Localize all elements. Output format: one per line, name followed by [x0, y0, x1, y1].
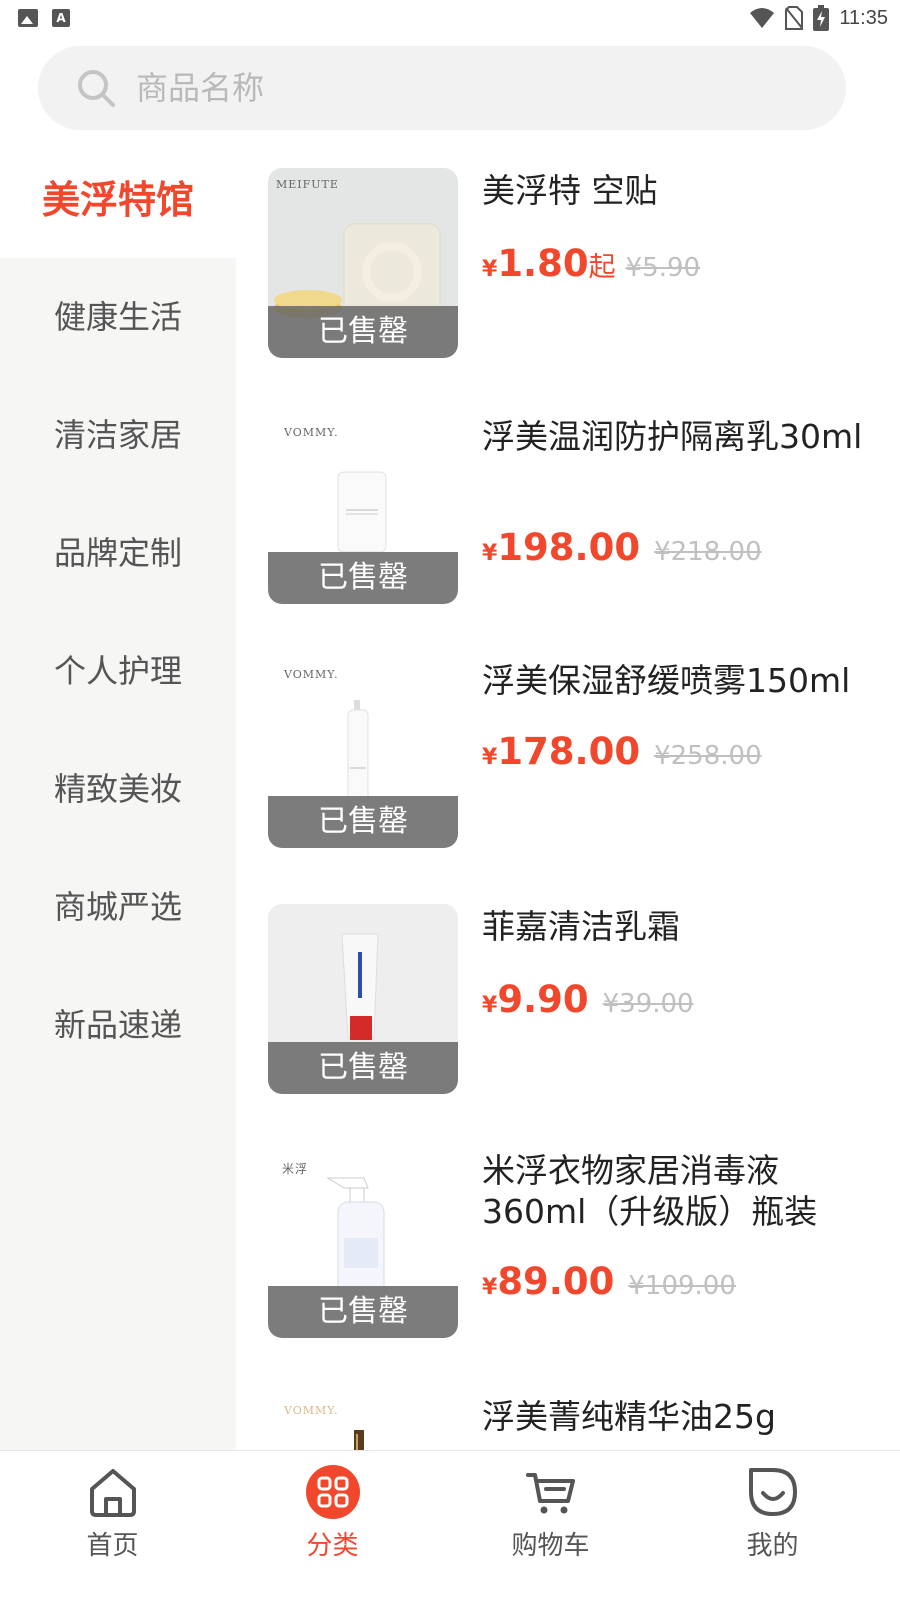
product-image: 已售罄: [268, 904, 458, 1094]
original-price: ¥258.00: [654, 741, 762, 771]
status-bar: A 11:35: [0, 0, 900, 36]
tab-home-label: 首页: [86, 1531, 139, 1561]
product-image: MEIFUTE 已售罄: [268, 168, 458, 358]
original-price: ¥109.00: [628, 1271, 736, 1301]
home-icon: [90, 1469, 136, 1517]
sidebar-item-selection[interactable]: 商城严选: [0, 848, 236, 966]
product-name: 米浮衣物家居消毒液360ml（升级版）瓶装: [482, 1151, 818, 1231]
profile-icon: [749, 1468, 797, 1516]
product-price: 178.00: [497, 730, 641, 773]
product-card[interactable]: VOMMY. 已售罄 浮美保湿舒缓喷雾150ml ¥ 178.00 ¥258.0…: [236, 658, 900, 848]
product-card[interactable]: VOMMY. 浮美菁纯精华油25g: [236, 1394, 900, 1450]
status-time: 11:35: [839, 6, 888, 29]
sidebar-item-makeup[interactable]: 精致美妆: [0, 730, 236, 848]
tab-cart-label: 购物车: [511, 1531, 590, 1561]
tab-home[interactable]: 首页: [0, 1451, 225, 1600]
sold-out-badge: 已售罄: [268, 306, 458, 358]
tab-profile[interactable]: 我的: [660, 1451, 885, 1600]
product-card[interactable]: MEIFUTE 已售罄 美浮特 空贴 ¥ 1.80 起 ¥5.90: [236, 168, 900, 358]
product-card[interactable]: VOMMY. 已售罄 浮美温润防护隔离乳30ml ¥ 198.00 ¥218.0…: [236, 414, 900, 604]
no-sim-icon: [785, 6, 804, 30]
product-name: 浮美菁纯精华油25g: [482, 1397, 776, 1436]
tab-category[interactable]: 分类: [220, 1451, 445, 1600]
price-currency: ¥: [482, 541, 498, 566]
sidebar-item-new[interactable]: 新品速递: [0, 966, 236, 1084]
price-currency: ¥: [482, 745, 498, 770]
product-card[interactable]: 已售罄 菲嘉清洁乳霜 ¥ 9.90 ¥39.00: [236, 904, 900, 1094]
product-price: 198.00: [497, 526, 641, 569]
category-icon: [306, 1465, 360, 1519]
price-currency: ¥: [482, 993, 498, 1018]
product-image: VOMMY. 已售罄: [268, 414, 458, 604]
product-image: 米浮 已售罄: [268, 1148, 458, 1338]
sidebar-item-brand-custom[interactable]: 品牌定制: [0, 494, 236, 612]
sidebar-item-personal-care[interactable]: 个人护理: [0, 612, 236, 730]
product-list[interactable]: MEIFUTE 已售罄 美浮特 空贴 ¥ 1.80 起 ¥5.90 VOMMY.: [236, 144, 900, 1450]
sidebar-item-meifute[interactable]: 美浮特馆: [0, 144, 236, 258]
product-price: 9.90: [497, 978, 589, 1021]
product-name: 美浮特 空贴: [482, 171, 658, 210]
sold-out-badge: 已售罄: [268, 552, 458, 604]
product-name: 浮美温润防护隔离乳30ml: [482, 417, 863, 456]
original-price: ¥5.90: [625, 253, 701, 283]
product-image: VOMMY. 已售罄: [268, 658, 458, 848]
sold-out-badge: 已售罄: [268, 796, 458, 848]
search-icon: [78, 70, 115, 107]
tab-cart[interactable]: 购物车: [438, 1451, 663, 1600]
product-price: 89.00: [497, 1260, 615, 1303]
price-currency: ¥: [482, 257, 498, 282]
product-price: 1.80: [497, 242, 589, 285]
gallery-notification-icon: [18, 9, 38, 27]
sold-out-badge: 已售罄: [268, 1042, 458, 1094]
battery-charging-icon: [813, 5, 830, 31]
category-sidebar: 美浮特馆 健康生活 清洁家居 品牌定制 个人护理 精致美妆 商城严选 新品速递: [0, 144, 236, 1450]
price-suffix: 起: [588, 252, 616, 283]
bottom-tab-bar: 首页 分类 购物车 我的: [0, 1450, 900, 1600]
product-image: VOMMY.: [268, 1394, 458, 1450]
original-price: ¥39.00: [602, 989, 694, 1019]
sold-out-badge: 已售罄: [268, 1286, 458, 1338]
search-bar[interactable]: [38, 46, 846, 130]
tab-category-label: 分类: [306, 1531, 359, 1561]
product-name: 菲嘉清洁乳霜: [482, 907, 680, 946]
sidebar-item-health[interactable]: 健康生活: [0, 258, 236, 376]
cart-icon: [526, 1473, 575, 1514]
product-card[interactable]: 米浮 已售罄 米浮衣物家居消毒液360ml（升级版）瓶装 ¥ 89.00 ¥10…: [236, 1148, 900, 1338]
price-currency: ¥: [482, 1275, 498, 1300]
sidebar-item-cleaning[interactable]: 清洁家居: [0, 376, 236, 494]
tab-profile-label: 我的: [746, 1531, 799, 1561]
wifi-icon: [750, 8, 775, 28]
search-input[interactable]: [136, 64, 776, 112]
keyboard-notification-icon: A: [52, 9, 70, 27]
product-name: 浮美保湿舒缓喷雾150ml: [482, 661, 851, 700]
original-price: ¥218.00: [654, 537, 762, 567]
